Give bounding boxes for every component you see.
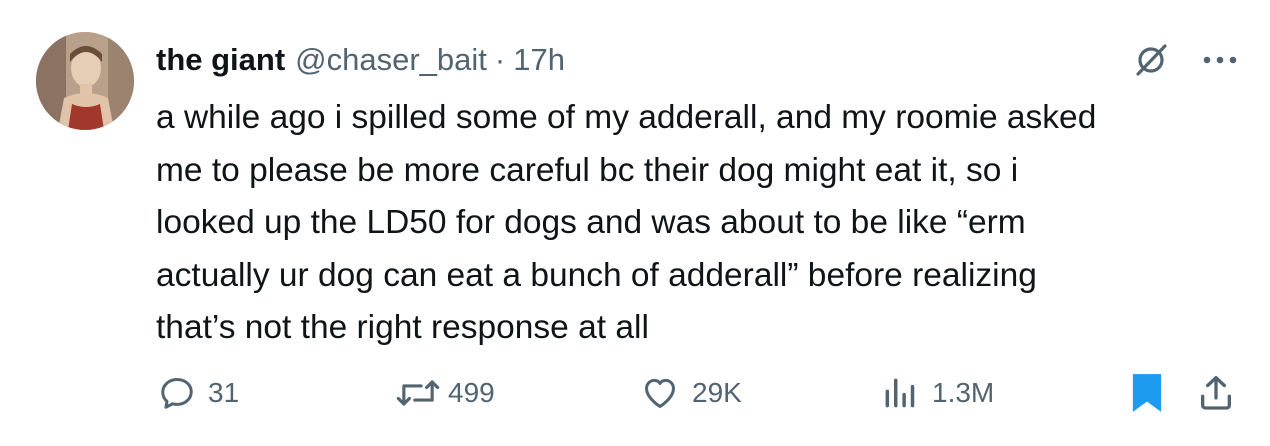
reply-button[interactable]: 31 (158, 368, 239, 418)
views-icon (885, 378, 915, 408)
views-button[interactable]: 1.3M (880, 368, 994, 418)
tweet-text: a while ago i spilled some of my adderal… (156, 92, 1246, 355)
tweet-text-line: a while ago i spilled some of my adderal… (156, 99, 1097, 136)
views-count: 1.3M (932, 377, 995, 408)
separator-dot: · (494, 42, 506, 77)
tweet-text-line: me to please be more careful bc their do… (156, 151, 1019, 189)
bookmark-button[interactable] (1128, 368, 1166, 418)
like-count: 29K (692, 377, 742, 408)
avatar[interactable] (36, 32, 134, 130)
tweet-text-line: actually ur dog can eat a bunch of adder… (156, 256, 1037, 294)
tweet-header: the giant @chaser_bait · 17h (156, 38, 565, 82)
like-button[interactable]: 29K (640, 368, 742, 418)
repost-count: 499 (448, 377, 495, 408)
action-bar: 31 499 29K 1.3M (0, 368, 1270, 418)
author-handle[interactable]: @chaser_bait (295, 42, 487, 78)
like-icon (645, 378, 675, 408)
tweet: the giant @chaser_bait · 17h a while ago… (0, 0, 1270, 446)
avatar-image (36, 32, 134, 130)
tweet-text-line: looked up the LD50 for dogs and was abou… (156, 204, 1026, 241)
more-icon[interactable] (1196, 42, 1244, 78)
reply-icon (161, 378, 193, 409)
bookmark-icon (1132, 374, 1162, 412)
reply-count: 31 (208, 377, 240, 408)
repost-icon (396, 380, 440, 406)
timestamp[interactable]: 17h (513, 42, 565, 78)
grok-icon[interactable] (1133, 42, 1169, 78)
tweet-text-line: that’s not the right response at all (156, 309, 649, 346)
share-icon (1201, 376, 1231, 410)
author-name[interactable]: the giant (156, 42, 285, 78)
repost-button[interactable]: 499 (396, 368, 495, 418)
share-button[interactable] (1196, 368, 1236, 418)
